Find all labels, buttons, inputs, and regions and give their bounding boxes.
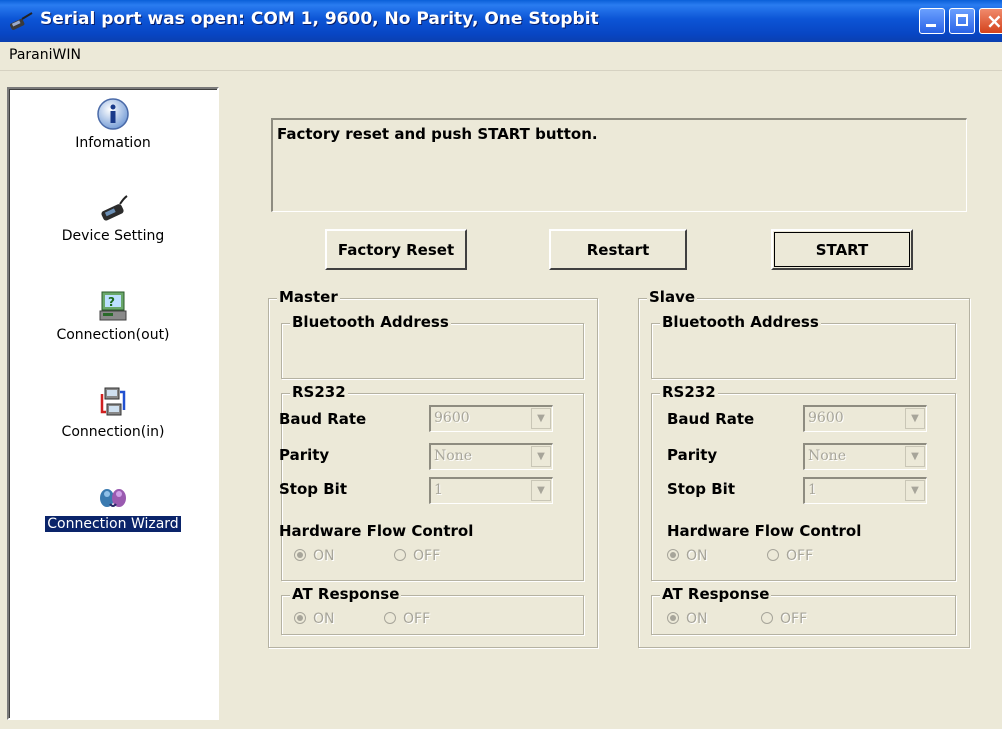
master-hfc-off-radio[interactable]: OFF xyxy=(394,548,440,564)
radio-selected-icon xyxy=(294,612,306,624)
rs232-label: RS232 xyxy=(290,383,348,401)
info-icon xyxy=(97,98,129,130)
close-button[interactable]: × xyxy=(979,8,1002,34)
at-response-label: AT Response xyxy=(290,585,402,603)
master-group-title: Master xyxy=(277,288,340,306)
sidebar-item-label: Infomation xyxy=(75,135,151,151)
title-bar[interactable]: Serial port was open: COM 1, 9600, No Pa… xyxy=(0,0,1002,42)
master-stop-bit-select[interactable]: 1 ▼ xyxy=(429,477,553,504)
rs232-label: RS232 xyxy=(660,383,718,401)
sidebar-item-information[interactable]: Infomation xyxy=(9,97,217,151)
master-stop-bit-label: Stop Bit xyxy=(279,480,347,498)
bluetooth-address-label: Bluetooth Address xyxy=(290,313,451,331)
slave-at-off-radio[interactable]: OFF xyxy=(761,611,807,627)
radio-label: ON xyxy=(313,611,335,627)
master-baud-rate-value: 9600 xyxy=(434,410,470,426)
maximize-icon xyxy=(956,14,968,26)
sidebar-item-connection-wizard[interactable]: Connection Wizard xyxy=(9,482,217,532)
at-response-label: AT Response xyxy=(660,585,772,603)
device-icon xyxy=(101,195,128,221)
instruction-message: Factory reset and push START button. xyxy=(277,125,598,143)
slave-bluetooth-address-group: Bluetooth Address xyxy=(651,313,956,379)
radio-unselected-icon xyxy=(384,612,396,624)
radio-unselected-icon xyxy=(761,612,773,624)
slave-hfc-on-radio[interactable]: ON xyxy=(667,548,708,564)
radio-label: OFF xyxy=(403,611,431,627)
minimize-icon xyxy=(926,24,936,27)
radio-label: ON xyxy=(313,548,335,564)
slave-stop-bit-select[interactable]: 1 ▼ xyxy=(803,477,927,504)
chevron-down-icon: ▼ xyxy=(531,446,551,467)
sidebar-item-label: Connection(out) xyxy=(56,327,170,343)
master-at-on-radio[interactable]: ON xyxy=(294,611,335,627)
master-bluetooth-address-group: Bluetooth Address xyxy=(281,313,584,379)
radio-selected-icon xyxy=(667,549,679,561)
master-hfc-on-radio[interactable]: ON xyxy=(294,548,335,564)
slave-at-on-radio[interactable]: ON xyxy=(667,611,708,627)
chevron-down-icon: ▼ xyxy=(531,408,551,429)
connection-in-icon xyxy=(100,387,126,416)
instruction-message-box: Factory reset and push START button. xyxy=(271,118,967,212)
sidebar-item-label: Device Setting xyxy=(61,228,165,244)
radio-label: ON xyxy=(686,548,708,564)
maximize-button[interactable] xyxy=(949,8,975,34)
menu-paraniwin[interactable]: ParaniWIN xyxy=(9,47,81,63)
radio-label: OFF xyxy=(780,611,808,627)
start-button[interactable]: START xyxy=(771,229,913,270)
slave-parity-label: Parity xyxy=(667,446,718,464)
sidebar-item-connection-in[interactable]: Connection(in) xyxy=(9,386,217,440)
bluetooth-address-label: Bluetooth Address xyxy=(660,313,821,331)
slave-parity-value: None xyxy=(808,448,846,464)
radio-selected-icon xyxy=(667,612,679,624)
master-baud-rate-select[interactable]: 9600 ▼ xyxy=(429,405,553,432)
master-parity-select[interactable]: None ▼ xyxy=(429,443,553,470)
master-parity-value: None xyxy=(434,448,472,464)
sidebar-item-device-setting[interactable]: Device Setting xyxy=(9,194,217,244)
slave-parity-select[interactable]: None ▼ xyxy=(803,443,927,470)
window-title: Serial port was open: COM 1, 9600, No Pa… xyxy=(40,9,599,29)
svg-text:?: ? xyxy=(108,295,115,309)
sidebar-item-label: Connection Wizard xyxy=(45,516,181,532)
radio-unselected-icon xyxy=(394,549,406,561)
restart-button[interactable]: Restart xyxy=(549,229,687,270)
chevron-down-icon: ▼ xyxy=(531,480,551,501)
slave-baud-rate-select[interactable]: 9600 ▼ xyxy=(803,405,927,432)
master-hardware-flow-control-label: Hardware Flow Control xyxy=(279,522,474,540)
master-parity-label: Parity xyxy=(279,446,330,464)
slave-baud-rate-label: Baud Rate xyxy=(667,410,755,428)
chevron-down-icon: ▼ xyxy=(905,446,925,467)
slave-stop-bit-label: Stop Bit xyxy=(667,480,735,498)
close-icon: × xyxy=(986,9,1002,33)
connection-out-icon: ? xyxy=(99,291,127,321)
wizard-icon xyxy=(100,489,126,507)
minimize-button[interactable] xyxy=(919,8,945,34)
master-stop-bit-value: 1 xyxy=(434,482,443,498)
chevron-down-icon: ▼ xyxy=(905,480,925,501)
master-at-off-radio[interactable]: OFF xyxy=(384,611,430,627)
slave-hardware-flow-control-label: Hardware Flow Control xyxy=(667,522,862,540)
sidebar: Infomation Device Setting ? Connection(o… xyxy=(7,87,219,720)
menu-bar: ParaniWIN xyxy=(0,42,1002,71)
radio-label: OFF xyxy=(786,548,814,564)
slave-group-title: Slave xyxy=(647,288,698,306)
slave-hfc-off-radio[interactable]: OFF xyxy=(767,548,813,564)
master-baud-rate-label: Baud Rate xyxy=(279,410,367,428)
slave-baud-rate-value: 9600 xyxy=(808,410,844,426)
factory-reset-button[interactable]: Factory Reset xyxy=(325,229,467,270)
chevron-down-icon: ▼ xyxy=(905,408,925,429)
sidebar-item-label: Connection(in) xyxy=(61,424,165,440)
radio-unselected-icon xyxy=(767,549,779,561)
radio-label: OFF xyxy=(413,548,441,564)
sidebar-item-connection-out[interactable]: ? Connection(out) xyxy=(9,289,217,343)
serial-cable-icon xyxy=(10,12,33,30)
radio-selected-icon xyxy=(294,549,306,561)
slave-stop-bit-value: 1 xyxy=(808,482,817,498)
radio-label: ON xyxy=(686,611,708,627)
